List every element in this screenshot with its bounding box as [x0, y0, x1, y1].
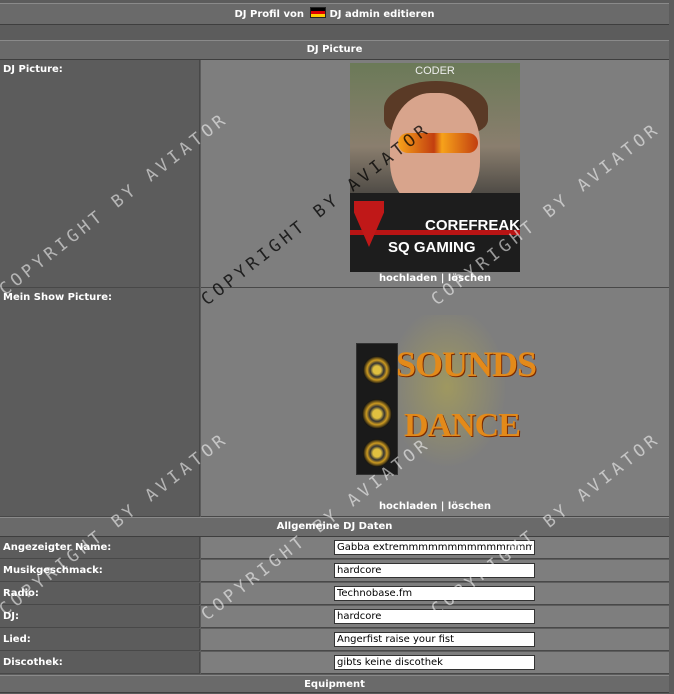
section-general-header: Allgemeine DJ Daten	[0, 517, 669, 537]
dj-picture-label: DJ Picture:	[3, 64, 63, 75]
field-label: DJ:	[3, 611, 20, 622]
link-separator: |	[440, 273, 445, 284]
header-title-prefix: DJ Profil von	[234, 9, 304, 20]
delete-show-picture-link[interactable]: löschen	[448, 501, 491, 512]
field-label: Angezeigter Name:	[3, 542, 112, 553]
upload-show-picture-link[interactable]: hochladen	[379, 501, 437, 512]
display-name-input[interactable]	[334, 540, 535, 555]
song-input[interactable]	[334, 632, 535, 647]
field-label-cell: Lied:	[0, 629, 200, 651]
field-label-cell: Musikgeschmack:	[0, 560, 200, 582]
show-picture-label: Mein Show Picture:	[3, 292, 112, 303]
field-label-cell: DJ:	[0, 606, 200, 628]
page-header: DJ Profil von DJ admin editieren	[0, 3, 669, 25]
field-label-cell: Discothek:	[0, 652, 200, 674]
dj-input[interactable]	[334, 609, 535, 624]
dj-picture-image: CODER COREFREAK SQ GAMING	[350, 63, 520, 272]
dj-picture-actions: hochladen | löschen	[201, 273, 669, 284]
field-input-cell	[201, 606, 669, 628]
section-dj-picture-header: DJ Picture	[0, 40, 669, 60]
radio-input[interactable]	[334, 586, 535, 601]
header-title-suffix: editieren	[383, 9, 435, 20]
field-label: Discothek:	[3, 657, 63, 668]
header-dj-name: DJ admin	[329, 9, 380, 20]
image-caption-top: CODER	[415, 65, 455, 77]
field-input-cell	[201, 652, 669, 674]
show-picture-cell: SOUNDS DANCE hochladen | löschen	[201, 288, 669, 517]
field-label-cell: Radio:	[0, 583, 200, 605]
germany-flag-icon	[310, 7, 327, 18]
speaker-icon	[356, 343, 398, 475]
field-label: Lied:	[3, 634, 31, 645]
section-title: DJ Picture	[306, 44, 363, 55]
section-title: Allgemeine DJ Daten	[276, 521, 393, 532]
image-caption-team: SQ GAMING	[388, 239, 476, 256]
field-label-cell: Angezeigter Name:	[0, 537, 200, 559]
field-input-cell	[201, 560, 669, 582]
delete-dj-picture-link[interactable]: löschen	[448, 273, 491, 284]
dj-picture-label-cell: DJ Picture:	[0, 60, 200, 288]
show-picture-label-cell: Mein Show Picture:	[0, 288, 200, 517]
upload-dj-picture-link[interactable]: hochladen	[379, 273, 437, 284]
field-input-cell	[201, 629, 669, 651]
section-equipment-header: Equipment	[0, 675, 669, 693]
show-logo-line2: DANCE	[404, 407, 521, 444]
show-picture-image: SOUNDS DANCE	[352, 315, 537, 485]
section-title: Equipment	[304, 679, 365, 690]
field-input-cell	[201, 583, 669, 605]
field-input-cell	[201, 537, 669, 559]
dj-picture-cell: CODER COREFREAK SQ GAMING hochladen | lö…	[201, 60, 669, 288]
field-label: Radio:	[3, 588, 39, 599]
show-logo-line1: SOUNDS	[396, 344, 537, 384]
link-separator: |	[440, 501, 445, 512]
image-caption-name: COREFREAK	[424, 217, 520, 234]
discotheque-input[interactable]	[334, 655, 535, 670]
show-picture-actions: hochladen | löschen	[201, 501, 669, 512]
music-taste-input[interactable]	[334, 563, 535, 578]
field-label: Musikgeschmack:	[3, 565, 103, 576]
